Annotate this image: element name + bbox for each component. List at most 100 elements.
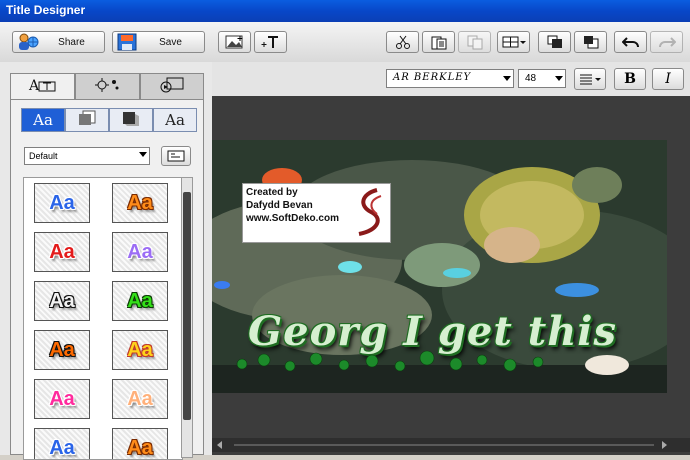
style-swatch-label: Aa <box>49 191 75 214</box>
credit-line: Dafydd Bevan <box>246 200 313 211</box>
paste-button[interactable] <box>422 31 455 53</box>
style-swatch-label: Aa <box>49 240 75 263</box>
style-swatch[interactable]: Aa <box>34 232 90 272</box>
style-swatch[interactable]: Aa <box>112 379 168 419</box>
effects-icon <box>94 77 122 96</box>
effects-tab[interactable] <box>75 73 140 99</box>
face-subtab[interactable] <box>65 108 109 132</box>
redo-button[interactable] <box>650 31 683 53</box>
cut-button[interactable] <box>386 31 419 53</box>
font-toolbar: AR BERKLEY 48 B I <box>212 62 690 96</box>
svg-text:A: A <box>28 78 40 93</box>
style-swatch-label: Aa <box>127 387 153 410</box>
style-swatch[interactable]: Aa <box>34 183 90 223</box>
send-backward-icon <box>583 35 599 49</box>
text-style-tab[interactable]: A <box>10 73 75 99</box>
align-icon <box>502 35 526 49</box>
style-swatch[interactable]: Aa <box>112 281 168 321</box>
motion-tab[interactable] <box>140 73 204 99</box>
outline-subtab[interactable]: Aa <box>153 108 197 132</box>
style-panel: A Aa Aa Default Aa Aa Aa Aa Aa Aa Aa Aa Aa Aa Aa Aa <box>0 62 212 460</box>
style-swatch[interactable]: Aa <box>112 330 168 370</box>
style-swatch-label: Aa <box>127 289 153 312</box>
undo-icon <box>621 36 640 48</box>
font-size-select[interactable]: 48 <box>518 69 566 88</box>
add-text-icon <box>261 35 281 49</box>
undo-button[interactable] <box>614 31 647 53</box>
cut-icon <box>395 35 411 49</box>
scroll-left-icon[interactable] <box>216 441 224 449</box>
style-swatch[interactable]: Aa <box>34 428 90 459</box>
style-swatch-label: Aa <box>127 436 153 459</box>
style-swatch-grid: Aa Aa Aa Aa Aa Aa Aa Aa Aa Aa Aa Aa <box>23 177 183 460</box>
main-toolbar: Share Save <box>0 22 690 63</box>
text-style-icon: A <box>28 77 58 96</box>
video-frame[interactable]: Created by Dafydd Bevan www.SoftDeko.com… <box>212 140 667 393</box>
italic-button[interactable]: I <box>652 68 684 90</box>
style-swatch-label: Aa <box>127 338 153 361</box>
copy-icon <box>467 35 483 50</box>
bold-button[interactable]: B <box>614 68 646 90</box>
save-icon <box>117 33 137 51</box>
align-dropdown-button[interactable] <box>497 31 530 53</box>
style-swatch-label: Aa <box>127 240 153 263</box>
chevron-down-icon <box>503 76 511 81</box>
chevron-down-icon <box>555 76 563 81</box>
font-family-select[interactable]: AR BERKLEY <box>386 69 514 88</box>
shadow-icon <box>121 110 141 130</box>
scroll-track[interactable] <box>234 444 654 446</box>
redo-icon <box>658 36 676 48</box>
style-swatch-label: Aa <box>127 191 153 214</box>
preset-select[interactable]: Default <box>24 147 150 165</box>
add-text-button[interactable] <box>254 31 287 53</box>
paste-icon <box>431 35 447 50</box>
style-swatch[interactable]: Aa <box>34 330 90 370</box>
bring-forward-button[interactable] <box>538 31 571 53</box>
insert-image-icon <box>225 35 245 49</box>
scrollbar-thumb[interactable] <box>183 192 191 420</box>
face-icon <box>77 110 97 130</box>
style-swatch[interactable]: Aa <box>112 232 168 272</box>
title-bar: Title Designer <box>0 0 690 22</box>
credit-line: Created by <box>246 187 298 198</box>
chevron-down-icon <box>139 152 147 157</box>
style-panel-body: Aa Aa Default Aa Aa Aa Aa Aa Aa Aa Aa Aa Aa Aa Aa <box>10 99 204 460</box>
copy-button[interactable] <box>458 31 491 53</box>
send-backward-button[interactable] <box>574 31 607 53</box>
shamrock-decoration <box>236 350 544 372</box>
window-title: Title Designer <box>6 3 86 17</box>
bring-forward-icon <box>547 35 563 49</box>
title-caption-text[interactable]: Georg I get this <box>248 308 617 355</box>
preset-select-value: Default <box>29 151 58 161</box>
preset-options-icon <box>167 150 185 162</box>
style-swatch-label: Aa <box>49 289 75 312</box>
canvas-horizontal-scrollbar[interactable] <box>212 438 690 452</box>
share-label: Share <box>58 36 85 48</box>
scroll-right-icon[interactable] <box>660 441 668 449</box>
credit-logo-box[interactable]: Created by Dafydd Bevan www.SoftDeko.com <box>242 183 391 243</box>
share-button[interactable]: Share <box>12 31 105 53</box>
style-swatch[interactable]: Aa <box>34 379 90 419</box>
insert-image-button[interactable] <box>218 31 251 53</box>
style-swatch[interactable]: Aa <box>112 428 168 459</box>
style-grid-scrollbar[interactable] <box>181 177 193 458</box>
font-size-value: 48 <box>525 73 537 84</box>
style-swatch-label: Aa <box>49 436 75 459</box>
style-swatch-label: Aa <box>49 387 75 410</box>
title-canvas: Created by Dafydd Bevan www.SoftDeko.com… <box>212 96 690 455</box>
text-align-button[interactable] <box>574 68 606 90</box>
shadow-subtab[interactable] <box>109 108 153 132</box>
preset-options-button[interactable] <box>161 146 191 166</box>
softdeko-logo-icon <box>353 186 387 241</box>
share-icon <box>17 33 39 51</box>
text-style-subtab[interactable]: Aa <box>21 108 65 132</box>
motion-icon <box>157 77 187 96</box>
text-align-icon <box>579 73 601 85</box>
save-label: Save <box>159 36 182 48</box>
style-swatch[interactable]: Aa <box>34 281 90 321</box>
font-family-value: AR BERKLEY <box>393 72 472 83</box>
save-button[interactable]: Save <box>112 31 205 53</box>
style-swatch-label: Aa <box>49 338 75 361</box>
style-swatch[interactable]: Aa <box>112 183 168 223</box>
credit-line: www.SoftDeko.com <box>246 213 339 224</box>
